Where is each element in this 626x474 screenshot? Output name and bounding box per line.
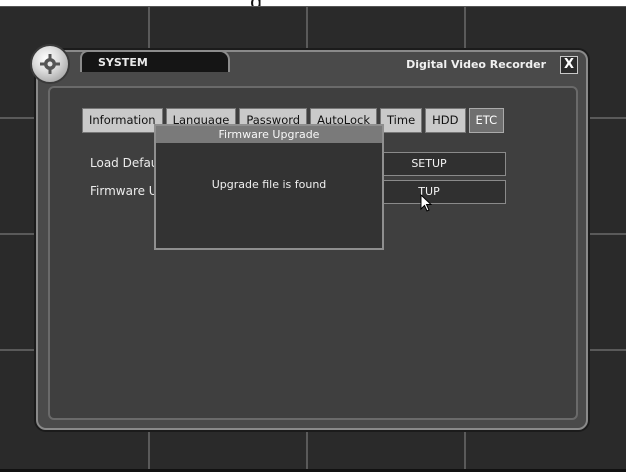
- system-section-tab: SYSTEM: [80, 50, 230, 72]
- tab-etc[interactable]: ETC: [468, 108, 505, 133]
- dialog-message: Upgrade file is found: [211, 178, 327, 191]
- tab-time[interactable]: Time: [380, 108, 423, 133]
- firmware-upgrade-dialog: Firmware Upgrade Upgrade file is found: [154, 124, 384, 250]
- app-title: Digital Video Recorder: [406, 58, 546, 71]
- mouse-pointer-icon: [420, 193, 433, 216]
- tab-hdd[interactable]: HDD: [425, 108, 466, 133]
- gear-icon[interactable]: [30, 44, 70, 84]
- dialog-title: Firmware Upgrade: [156, 126, 382, 143]
- tab-information[interactable]: Information: [82, 108, 163, 133]
- close-button[interactable]: X: [560, 56, 578, 74]
